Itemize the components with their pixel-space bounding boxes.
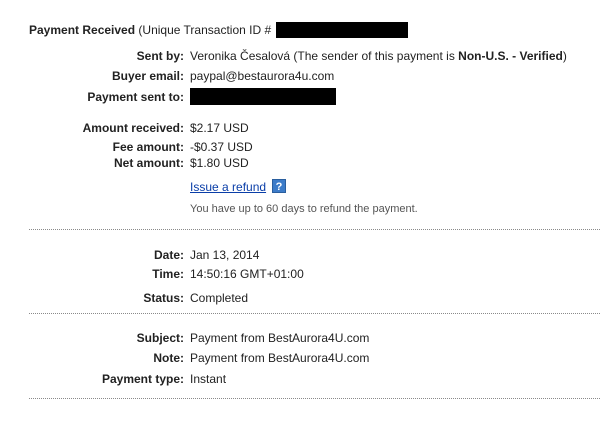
note-label: Note: — [153, 351, 184, 365]
payment-details-page: { "header": { "title": "Payment Received… — [0, 0, 600, 422]
time-label: Time: — [152, 267, 184, 281]
note-value: Payment from BestAurora4U.com — [190, 351, 370, 365]
sent-by-label: Sent by: — [136, 49, 184, 63]
sender-note-prefix: (The sender of this payment is — [293, 49, 459, 63]
sent-by-value: Veronika Česalová (The sender of this pa… — [190, 49, 567, 63]
refund-window-note: You have up to 60 days to refund the pay… — [190, 203, 418, 215]
sender-name: Veronika Česalová — [190, 49, 291, 63]
buyer-email-label: Buyer email: — [111, 69, 184, 83]
fee-amount-label: Fee amount: — [112, 140, 184, 154]
transaction-id-prefix: (Unique Transaction ID # — [138, 23, 272, 37]
sender-status: Non-U.S. - Verified — [458, 49, 563, 63]
help-question-icon[interactable]: ? — [272, 179, 286, 193]
sender-note-suffix: ) — [562, 49, 567, 63]
amount-received-value: $2.17 USD — [190, 121, 249, 135]
subject-value: Payment from BestAurora4U.com — [190, 331, 370, 345]
date-label: Date: — [153, 248, 184, 262]
subject-label: Subject: — [136, 331, 184, 345]
payment-sent-to-label: Payment sent to: — [87, 90, 184, 104]
time-value: 14:50:16 GMT+01:00 — [190, 267, 304, 281]
fee-amount-value: -$0.37 USD — [190, 140, 253, 154]
buyer-email-value: paypal@bestaurora4u.com — [190, 69, 335, 83]
payment-type-value: Instant — [190, 372, 227, 386]
section-divider — [29, 313, 600, 314]
net-amount-value: $1.80 USD — [190, 156, 249, 170]
section-divider — [29, 398, 600, 399]
page-title: Payment Received — [29, 23, 136, 37]
status-label: Status: — [143, 291, 184, 305]
redacted-transaction-id — [276, 22, 408, 38]
date-value: Jan 13, 2014 — [190, 248, 260, 262]
status-value: Completed — [190, 291, 249, 305]
redacted-recipient — [190, 88, 336, 105]
section-divider — [29, 229, 600, 230]
payment-header: Payment Received (Unique Transaction ID … — [29, 23, 271, 37]
net-amount-label: Net amount: — [114, 156, 184, 170]
amount-received-label: Amount received: — [82, 121, 184, 135]
payment-type-label: Payment type: — [101, 372, 184, 386]
issue-refund-link[interactable]: Issue a refund — [190, 180, 266, 194]
